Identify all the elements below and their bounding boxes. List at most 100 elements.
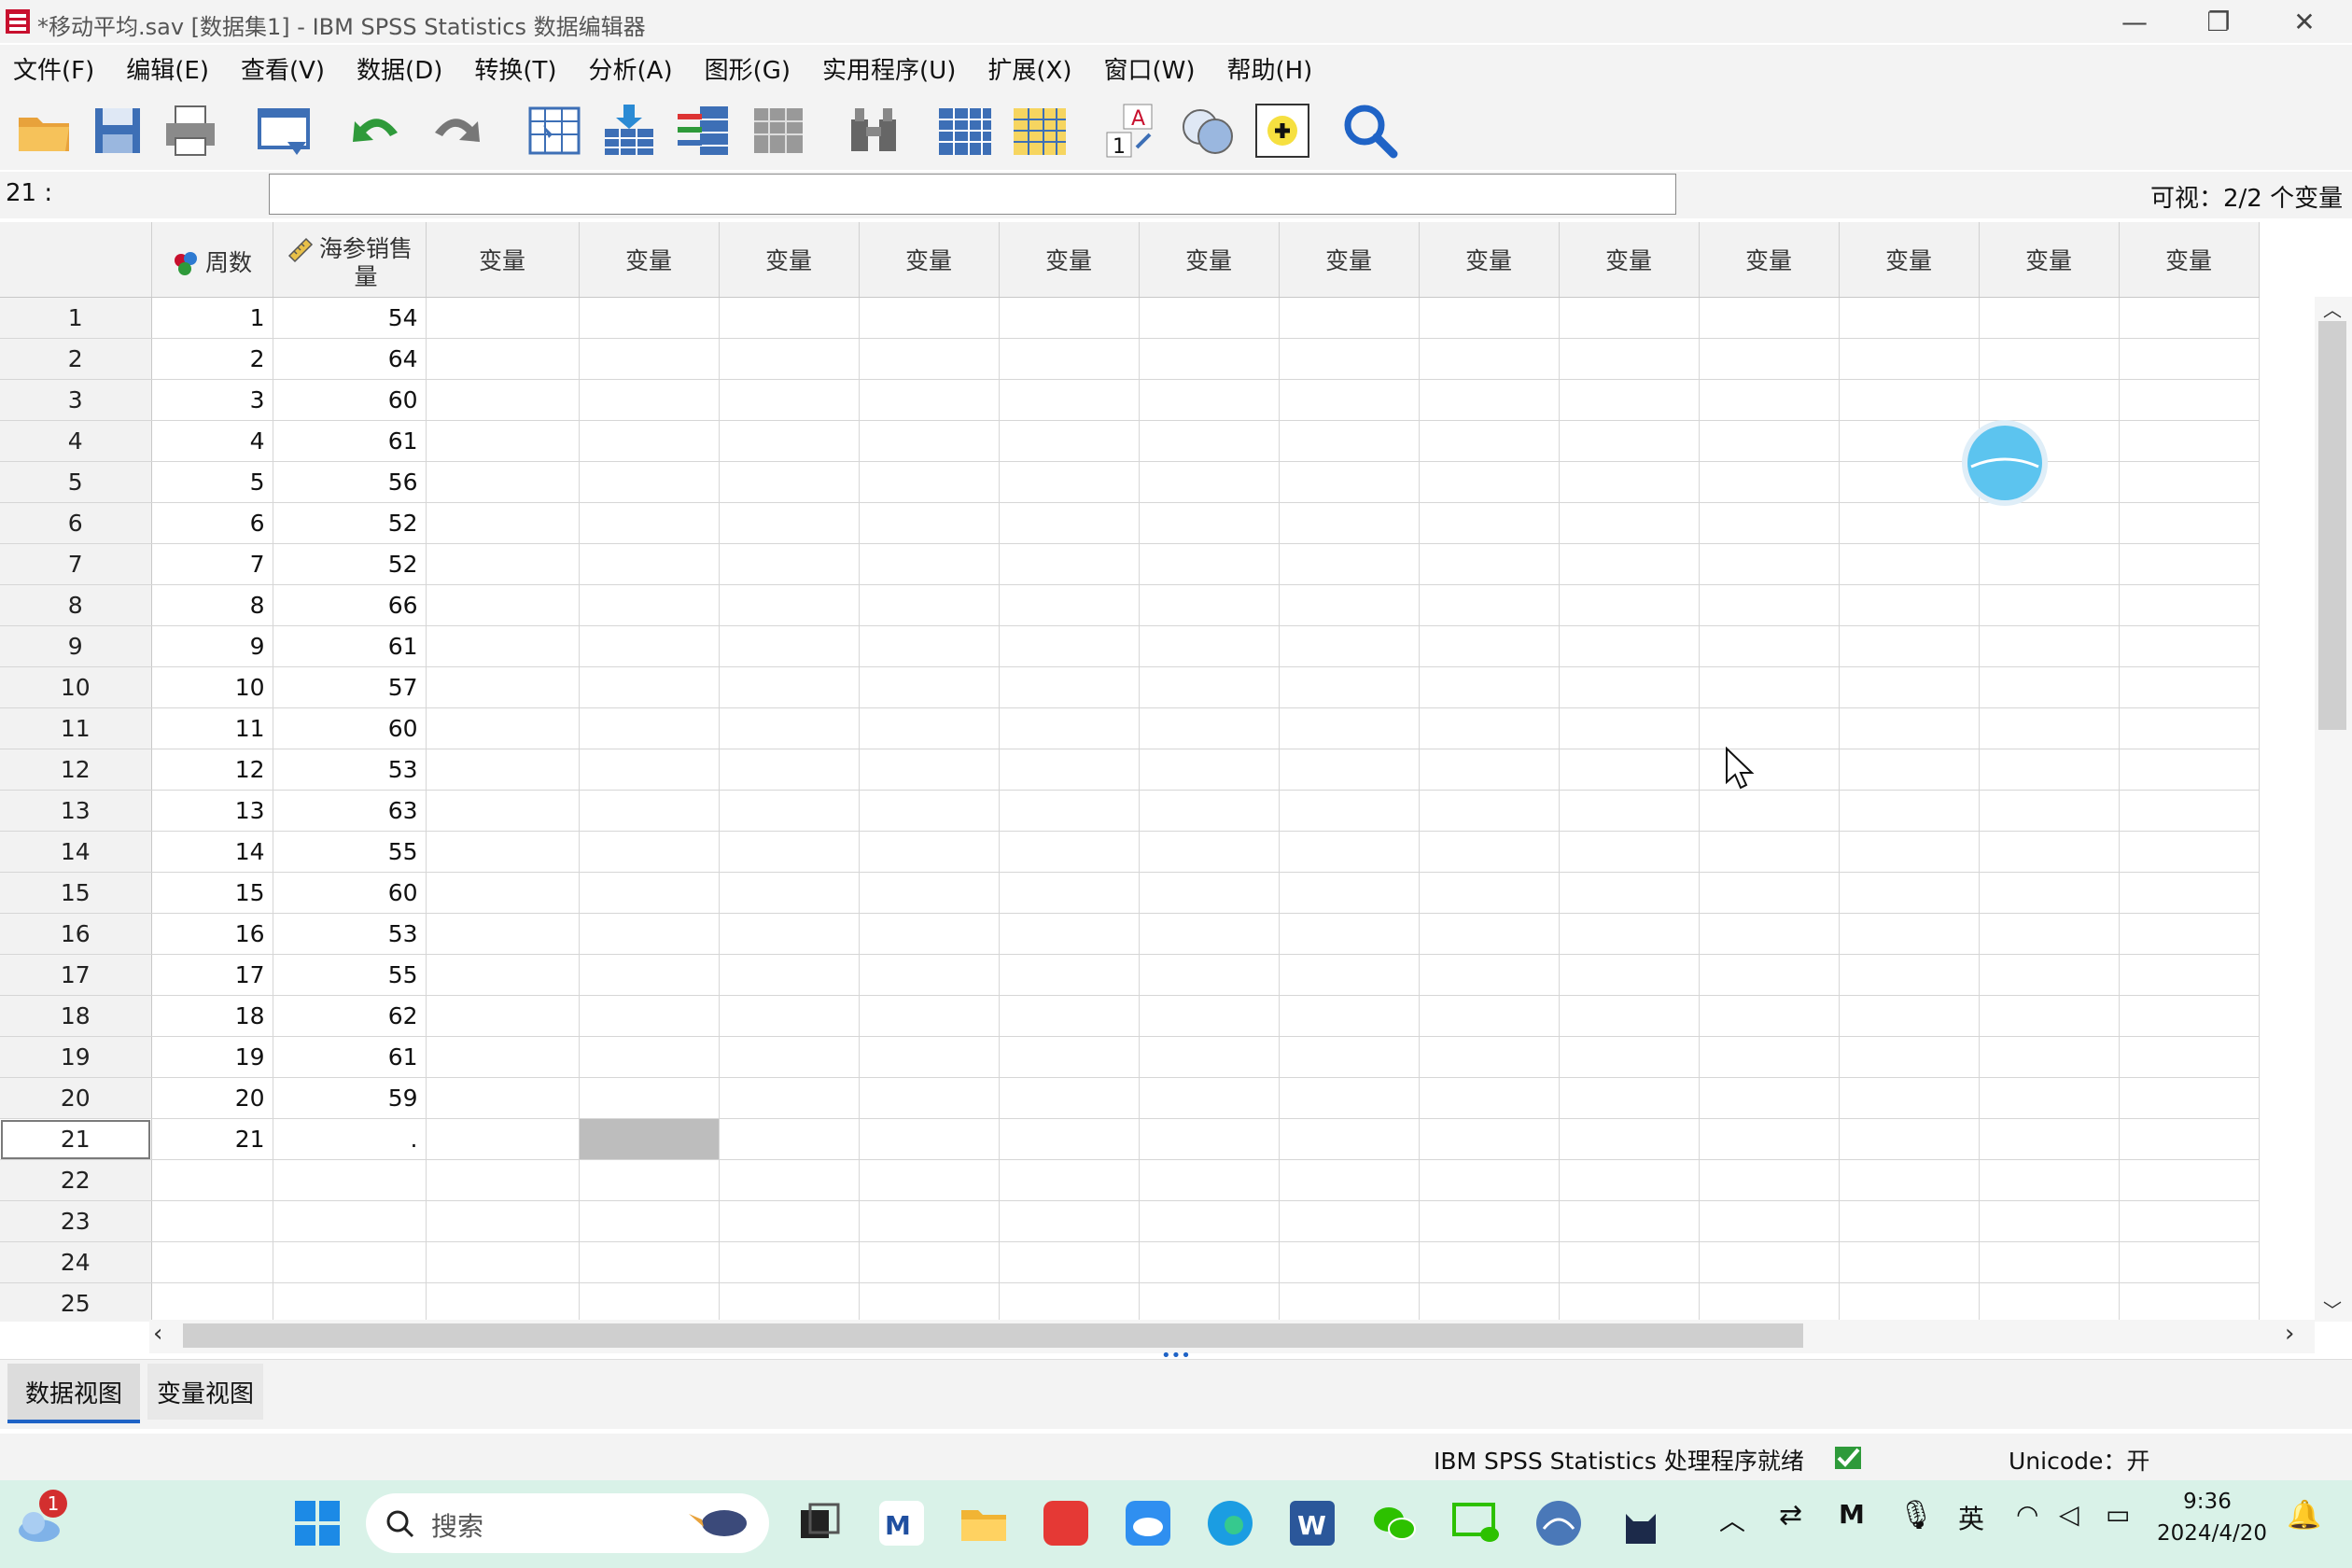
- data-cell[interactable]: [1559, 666, 1700, 708]
- print-icon[interactable]: [161, 101, 220, 161]
- taskbar-search-box[interactable]: 搜索: [366, 1493, 769, 1553]
- data-cell[interactable]: 57: [273, 666, 427, 708]
- data-cell[interactable]: [579, 584, 720, 626]
- data-cell[interactable]: [719, 1118, 860, 1160]
- notification-bell-icon[interactable]: 🔔: [2287, 1499, 2321, 1532]
- restore-button[interactable]: ❐: [2177, 0, 2261, 43]
- data-cell[interactable]: [1279, 1118, 1420, 1160]
- data-cell[interactable]: [1699, 707, 1840, 749]
- tab-variable-view[interactable]: 变量视图: [147, 1364, 263, 1420]
- data-cell[interactable]: [1979, 1077, 2120, 1119]
- data-cell[interactable]: [719, 625, 860, 667]
- data-cell[interactable]: [1699, 1282, 1840, 1322]
- data-cell[interactable]: [1559, 707, 1700, 749]
- data-cell[interactable]: 61: [273, 420, 427, 462]
- data-cell[interactable]: [273, 1282, 427, 1322]
- empty-variable-header[interactable]: 变量: [1139, 222, 1280, 298]
- data-cell[interactable]: [426, 1200, 580, 1242]
- data-cell[interactable]: [2119, 338, 2260, 380]
- data-cell[interactable]: [999, 1200, 1140, 1242]
- data-cell[interactable]: [1839, 831, 1980, 873]
- undo-icon[interactable]: [347, 101, 407, 161]
- data-cell[interactable]: [1559, 543, 1700, 585]
- data-cell[interactable]: [579, 1200, 720, 1242]
- data-cell[interactable]: [1419, 1077, 1560, 1119]
- data-cell[interactable]: [1839, 666, 1980, 708]
- data-cell[interactable]: [1699, 379, 1840, 421]
- cat-app-icon[interactable]: [1615, 1497, 1667, 1549]
- row-header[interactable]: 14: [0, 831, 152, 873]
- row-header[interactable]: 1: [0, 297, 152, 339]
- data-cell[interactable]: [859, 543, 1000, 585]
- data-cell[interactable]: [1139, 461, 1280, 503]
- data-cell[interactable]: [2119, 954, 2260, 996]
- scroll-left-arrow-icon[interactable]: ‹: [153, 1320, 181, 1353]
- data-cell[interactable]: 55: [273, 831, 427, 873]
- data-cell[interactable]: [426, 666, 580, 708]
- data-cell[interactable]: [2119, 543, 2260, 585]
- data-cell[interactable]: 60: [273, 707, 427, 749]
- data-cell[interactable]: [1699, 1200, 1840, 1242]
- data-cell[interactable]: [1559, 749, 1700, 791]
- data-cell[interactable]: 55: [273, 954, 427, 996]
- data-cell[interactable]: [579, 338, 720, 380]
- row-header[interactable]: 22: [0, 1159, 152, 1201]
- data-cell[interactable]: [2119, 461, 2260, 503]
- data-cell[interactable]: [1419, 913, 1560, 955]
- data-cell[interactable]: [719, 461, 860, 503]
- data-cell[interactable]: [1979, 913, 2120, 955]
- data-cell[interactable]: [1419, 1159, 1560, 1201]
- data-cell[interactable]: [1699, 995, 1840, 1037]
- menu-utilities[interactable]: 实用程序(U): [809, 51, 974, 86]
- data-cell[interactable]: [1839, 297, 1980, 339]
- data-cell[interactable]: [719, 1077, 860, 1119]
- add-chart-icon[interactable]: [1253, 101, 1312, 161]
- data-cell[interactable]: [1139, 379, 1280, 421]
- data-cell[interactable]: 17: [151, 954, 273, 996]
- data-cell[interactable]: [1979, 707, 2120, 749]
- data-cell[interactable]: [2119, 1118, 2260, 1160]
- data-cell[interactable]: [1279, 790, 1420, 832]
- data-cell[interactable]: 63: [273, 790, 427, 832]
- mathtype-app-icon[interactable]: M: [875, 1497, 928, 1549]
- ime-indicator[interactable]: 英: [1958, 1499, 1984, 1536]
- data-cell[interactable]: [1699, 461, 1840, 503]
- clock-date[interactable]: 2024/4/20: [2156, 1521, 2268, 1546]
- data-cell[interactable]: 52: [273, 543, 427, 585]
- data-cell[interactable]: [426, 790, 580, 832]
- data-cell[interactable]: [2119, 995, 2260, 1037]
- data-cell[interactable]: [859, 584, 1000, 626]
- data-cell[interactable]: [426, 543, 580, 585]
- data-cell[interactable]: [579, 1282, 720, 1322]
- data-cell[interactable]: [1419, 1282, 1560, 1322]
- data-cell[interactable]: [719, 584, 860, 626]
- data-cell[interactable]: [859, 1118, 1000, 1160]
- data-cell[interactable]: [719, 790, 860, 832]
- data-cell[interactable]: [1979, 1036, 2120, 1078]
- data-cell[interactable]: [1139, 1159, 1280, 1201]
- data-cell[interactable]: [859, 461, 1000, 503]
- data-cell[interactable]: [999, 420, 1140, 462]
- data-cell[interactable]: 13: [151, 790, 273, 832]
- data-cell[interactable]: [1139, 790, 1280, 832]
- row-header[interactable]: 18: [0, 995, 152, 1037]
- data-cell[interactable]: [426, 625, 580, 667]
- scroll-up-arrow-icon[interactable]: ︿: [2318, 295, 2346, 321]
- data-cell[interactable]: [1559, 338, 1700, 380]
- data-cell[interactable]: [2119, 1241, 2260, 1283]
- row-header[interactable]: 23: [0, 1200, 152, 1242]
- data-cell[interactable]: [1699, 1118, 1840, 1160]
- data-cell[interactable]: [1979, 297, 2120, 339]
- data-cell[interactable]: 66: [273, 584, 427, 626]
- data-cell[interactable]: [1979, 749, 2120, 791]
- search-icon[interactable]: [1340, 101, 1400, 161]
- data-cell[interactable]: [859, 502, 1000, 544]
- data-cell[interactable]: [1419, 954, 1560, 996]
- data-cell[interactable]: [719, 1159, 860, 1201]
- data-cell[interactable]: [719, 1200, 860, 1242]
- data-cell[interactable]: [2119, 1159, 2260, 1201]
- data-cell[interactable]: [273, 1241, 427, 1283]
- windows-start-icon[interactable]: [291, 1497, 343, 1549]
- data-cell[interactable]: [859, 666, 1000, 708]
- data-cell[interactable]: 21: [151, 1118, 273, 1160]
